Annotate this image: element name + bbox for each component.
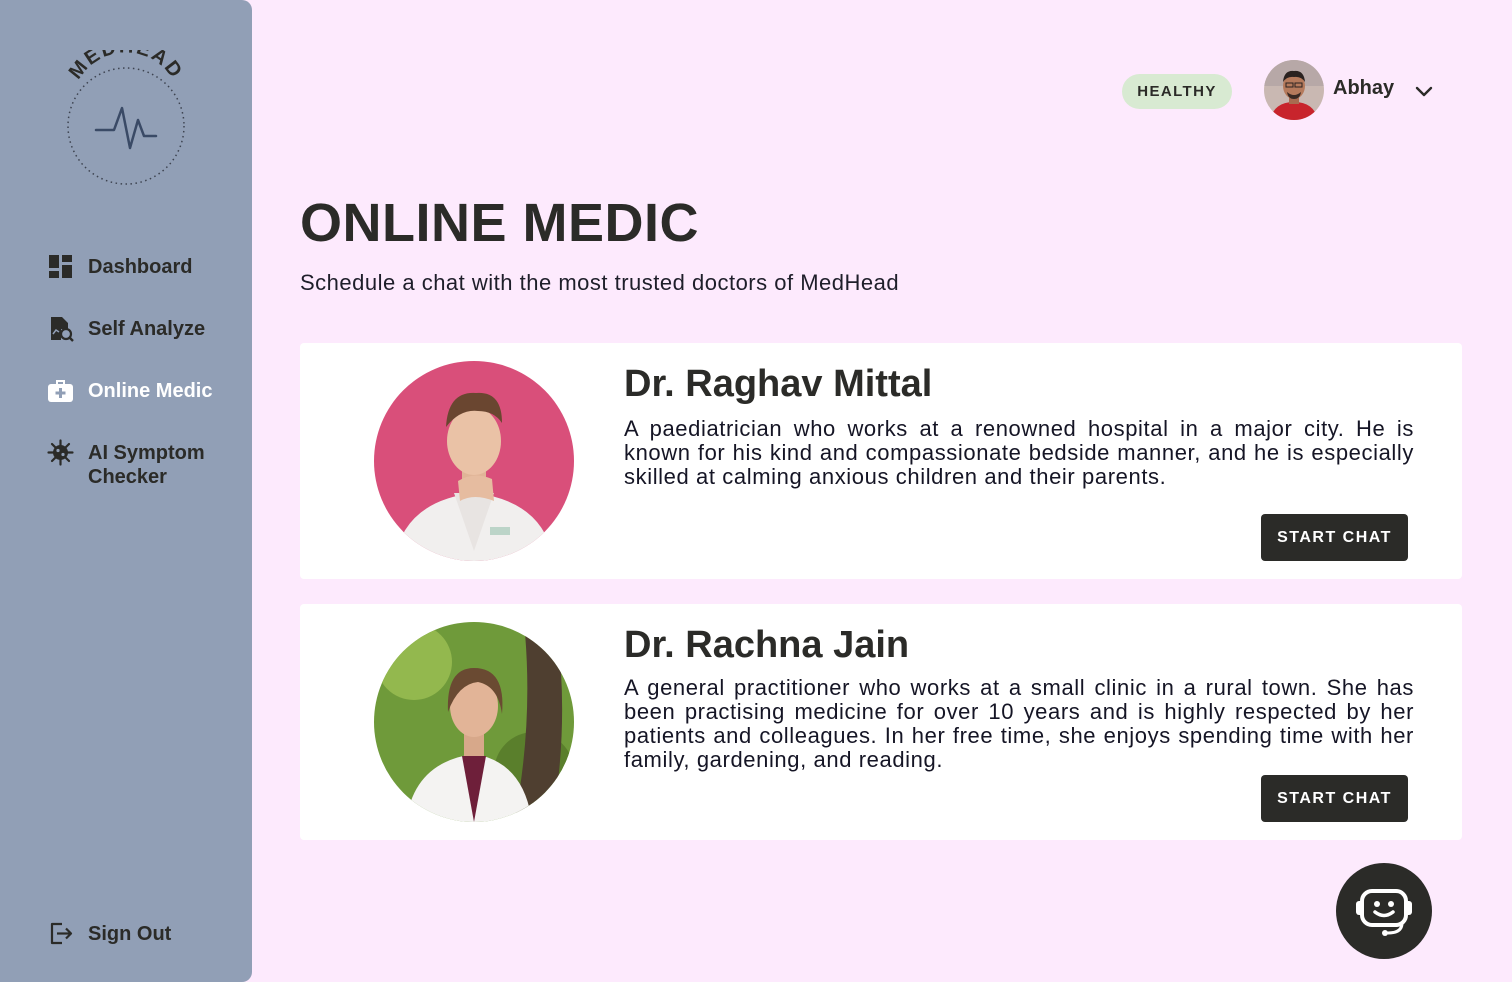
doctor-card: Dr. Raghav Mittal A paediatrician who wo… bbox=[300, 343, 1462, 579]
sign-out-label: Sign Out bbox=[88, 923, 172, 945]
sidebar-item-label: Online Medic bbox=[88, 380, 213, 402]
svg-text:MEDHEAD: MEDHEAD bbox=[65, 50, 188, 83]
virus-icon bbox=[47, 439, 74, 466]
doctor-photo bbox=[374, 622, 574, 822]
start-chat-button[interactable]: START CHAT bbox=[1261, 514, 1408, 561]
status-badge: HEALTHY bbox=[1122, 74, 1232, 109]
user-name[interactable]: Abhay bbox=[1333, 77, 1394, 100]
doctor-description: A general practitioner who works at a sm… bbox=[624, 675, 1414, 772]
doctor-description: A paediatrician who works at a renowned … bbox=[624, 416, 1414, 489]
page-title: ONLINE MEDIC bbox=[300, 193, 700, 253]
sidebar-item-dashboard[interactable]: Dashboard bbox=[47, 253, 192, 280]
sidebar-item-ai-symptom-checker[interactable]: AI Symptom Checker bbox=[47, 439, 228, 489]
user-avatar[interactable] bbox=[1264, 60, 1324, 120]
analyze-icon bbox=[47, 315, 74, 342]
doctor-name: Dr. Raghav Mittal bbox=[624, 363, 933, 405]
chevron-down-icon[interactable] bbox=[1413, 80, 1435, 102]
sidebar-item-label: Self Analyze bbox=[88, 318, 206, 340]
medical-kit-icon bbox=[47, 377, 74, 404]
sidebar-item-label: AI Symptom Checker bbox=[88, 442, 205, 488]
start-chat-button[interactable]: START CHAT bbox=[1261, 775, 1408, 822]
sign-out-button[interactable]: Sign Out bbox=[47, 920, 171, 947]
doctor-name: Dr. Rachna Jain bbox=[624, 624, 910, 666]
sidebar-item-label: Dashboard bbox=[88, 256, 193, 278]
sidebar-item-online-medic[interactable]: Online Medic bbox=[47, 377, 212, 404]
sidebar-item-self-analyze[interactable]: Self Analyze bbox=[47, 315, 205, 342]
page-subtitle: Schedule a chat with the most trusted do… bbox=[300, 270, 900, 295]
doctor-card: Dr. Rachna Jain A general practitioner w… bbox=[300, 604, 1462, 840]
sidebar: MEDHEAD Dashboard Self Analyze bbox=[0, 0, 252, 982]
sign-out-icon bbox=[47, 920, 74, 947]
medhead-logo[interactable]: MEDHEAD bbox=[56, 35, 196, 190]
dashboard-icon bbox=[47, 253, 74, 280]
chatbot-icon bbox=[1354, 879, 1414, 944]
doctor-photo bbox=[374, 361, 574, 561]
chatbot-button[interactable] bbox=[1336, 863, 1432, 959]
